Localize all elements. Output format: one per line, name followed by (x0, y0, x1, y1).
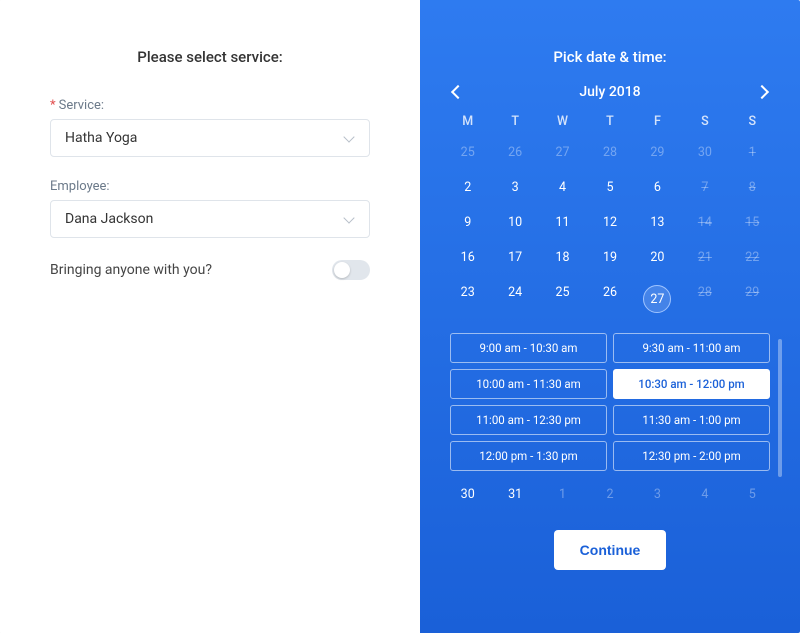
calendar-day: 28 (681, 281, 728, 317)
calendar-day[interactable]: 30 (444, 483, 491, 506)
calendar-day: 14 (681, 211, 728, 234)
time-slot[interactable]: 11:30 am - 1:00 pm (613, 405, 770, 435)
day-of-week-header: W (539, 114, 586, 129)
time-slot[interactable]: 12:30 pm - 2:00 pm (613, 441, 770, 471)
calendar-day: 21 (681, 246, 728, 269)
month-label: July 2018 (579, 84, 640, 100)
calendar-day: 29 (634, 141, 681, 164)
calendar-grid: MTWTFSS252627282930123456789101112131415… (444, 114, 776, 506)
time-slot-selected[interactable]: 10:30 am - 12:00 pm (613, 369, 770, 399)
calendar-day[interactable]: 26 (586, 281, 633, 317)
employee-select[interactable]: Dana Jackson (50, 200, 370, 238)
calendar-day[interactable]: 10 (491, 211, 538, 234)
day-of-week-header: S (729, 114, 776, 129)
employee-select-value: Dana Jackson (65, 211, 153, 227)
service-selection-panel: Please select service: *Service: Hatha Y… (0, 0, 420, 633)
calendar-day[interactable]: 12 (586, 211, 633, 234)
calendar-day[interactable]: 11 (539, 211, 586, 234)
bringing-anyone-label: Bringing anyone with you? (50, 262, 212, 278)
service-field: *Service: Hatha Yoga (50, 98, 370, 157)
time-slots: 9:00 am - 10:30 am9:30 am - 11:00 am10:0… (444, 333, 776, 471)
calendar-day[interactable]: 5 (586, 176, 633, 199)
chevron-down-icon (345, 133, 355, 143)
calendar-day[interactable]: 20 (634, 246, 681, 269)
calendar-day[interactable]: 25 (539, 281, 586, 317)
calendar-day: 30 (681, 141, 728, 164)
booking-widget: Please select service: *Service: Hatha Y… (0, 0, 800, 633)
calendar-day[interactable]: 19 (586, 246, 633, 269)
calendar-day: 3 (634, 483, 681, 506)
required-star: * (50, 98, 56, 113)
date-section-title: Pick date & time: (444, 48, 776, 66)
employee-field-label: Employee: (50, 179, 370, 194)
time-slots-scrollbar[interactable] (778, 339, 782, 477)
day-of-week-header: T (491, 114, 538, 129)
calendar-day[interactable]: 16 (444, 246, 491, 269)
continue-row: Continue (444, 530, 776, 570)
service-section-title: Please select service: (50, 48, 370, 66)
calendar-day[interactable]: 24 (491, 281, 538, 317)
calendar-day[interactable]: 2 (444, 176, 491, 199)
chevron-down-icon (345, 214, 355, 224)
calendar-day: 25 (444, 141, 491, 164)
calendar-day: 4 (681, 483, 728, 506)
day-of-week-header: M (444, 114, 491, 129)
calendar-header: July 2018 (444, 84, 776, 100)
employee-field: Employee: Dana Jackson (50, 179, 370, 238)
prev-month-icon[interactable] (450, 84, 466, 100)
calendar-day: 28 (586, 141, 633, 164)
bringing-anyone-row: Bringing anyone with you? (50, 260, 370, 280)
calendar-day: 8 (729, 176, 776, 199)
calendar-day[interactable]: 18 (539, 246, 586, 269)
calendar-day: 26 (491, 141, 538, 164)
service-select[interactable]: Hatha Yoga (50, 119, 370, 157)
bringing-anyone-toggle[interactable] (332, 260, 370, 280)
time-slot[interactable]: 12:00 pm - 1:30 pm (450, 441, 607, 471)
calendar-day: 1 (539, 483, 586, 506)
calendar-day[interactable]: 17 (491, 246, 538, 269)
calendar-day-selected[interactable]: 27 (634, 281, 681, 317)
calendar-day[interactable]: 23 (444, 281, 491, 317)
calendar-day: 5 (729, 483, 776, 506)
service-select-value: Hatha Yoga (65, 130, 137, 146)
calendar-day: 27 (539, 141, 586, 164)
calendar-day: 22 (729, 246, 776, 269)
continue-button[interactable]: Continue (554, 530, 667, 570)
calendar-day: 29 (729, 281, 776, 317)
calendar-day[interactable]: 6 (634, 176, 681, 199)
next-month-icon[interactable] (754, 84, 770, 100)
calendar-day[interactable]: 9 (444, 211, 491, 234)
day-of-week-header: F (634, 114, 681, 129)
time-slot[interactable]: 10:00 am - 11:30 am (450, 369, 607, 399)
calendar-day[interactable]: 3 (491, 176, 538, 199)
time-slot[interactable]: 11:00 am - 12:30 pm (450, 405, 607, 435)
calendar-day[interactable]: 4 (539, 176, 586, 199)
day-of-week-header: T (586, 114, 633, 129)
date-time-panel: Pick date & time: July 2018 MTWTFSS25262… (420, 0, 800, 633)
calendar-day[interactable]: 13 (634, 211, 681, 234)
service-field-label: *Service: (50, 98, 370, 113)
time-slot[interactable]: 9:00 am - 10:30 am (450, 333, 607, 363)
time-slots-wrap: 9:00 am - 10:30 am9:30 am - 11:00 am10:0… (444, 333, 776, 471)
calendar-day[interactable]: 31 (491, 483, 538, 506)
calendar-day: 7 (681, 176, 728, 199)
calendar-day: 15 (729, 211, 776, 234)
day-of-week-header: S (681, 114, 728, 129)
calendar-day: 2 (586, 483, 633, 506)
service-label-text: Service: (59, 98, 104, 113)
time-slot[interactable]: 9:30 am - 11:00 am (613, 333, 770, 363)
calendar-day: 1 (729, 141, 776, 164)
